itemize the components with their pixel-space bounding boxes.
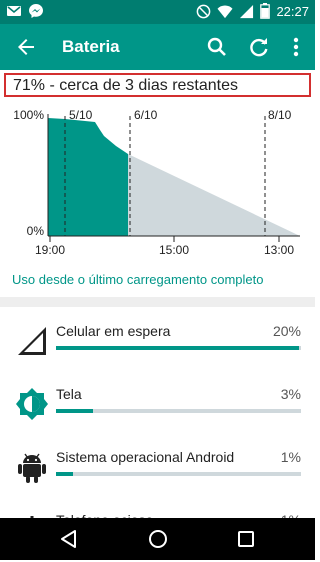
home-circle-icon[interactable] <box>146 527 170 551</box>
refresh-icon[interactable] <box>247 35 271 59</box>
cell-signal-icon <box>18 327 46 355</box>
section-divider <box>0 297 315 307</box>
usage-label: Sistema operacional Android <box>56 449 235 465</box>
usage-item-android-os[interactable]: Sistema operacional Android 1% <box>0 439 315 499</box>
usage-percent: 1% <box>280 449 301 465</box>
y-label-0: 0% <box>27 224 45 238</box>
usage-item-screen[interactable]: Tela 3% <box>0 376 315 436</box>
signal-icon <box>240 4 254 18</box>
status-time: 22:27 <box>276 3 309 19</box>
page-title: Bateria <box>62 37 120 56</box>
usage-header: Uso desde o último carregamento completo <box>12 272 264 287</box>
date-marker-5-10: 5/10 <box>69 108 93 122</box>
x-label-19-00: 19:00 <box>35 243 65 257</box>
wifi-icon <box>217 5 233 18</box>
search-icon[interactable] <box>205 35 229 59</box>
back-triangle-icon[interactable] <box>57 527 81 551</box>
usage-percent: 3% <box>280 386 301 402</box>
usage-bar <box>56 472 301 476</box>
usage-label: Tela <box>56 386 82 402</box>
date-marker-8-10: 8/10 <box>268 108 292 122</box>
do-not-disturb-icon <box>197 4 211 18</box>
y-label-100: 100% <box>13 108 44 122</box>
usage-bar-fill <box>56 472 74 476</box>
usage-bar-fill <box>56 409 93 413</box>
usage-bar <box>56 409 301 413</box>
messenger-icon <box>29 4 43 18</box>
battery-history-chart[interactable]: 100% 0% 5/10 6/10 8/10 19:00 15:00 13:00 <box>0 98 315 258</box>
x-label-15-00: 15:00 <box>159 243 189 257</box>
usage-bar-fill <box>56 346 299 350</box>
date-marker-6-10: 6/10 <box>134 108 158 122</box>
usage-percent: 20% <box>272 323 301 339</box>
recents-square-icon[interactable] <box>234 527 258 551</box>
projected-area <box>128 154 300 236</box>
status-bar: 22:27 <box>0 0 315 24</box>
navigation-bar <box>0 518 315 560</box>
usage-item-cell-standby[interactable]: Celular em espera 20% <box>0 313 315 373</box>
gmail-icon <box>7 6 21 16</box>
x-label-13-00: 13:00 <box>264 243 294 257</box>
usage-bar <box>56 346 301 350</box>
used-area <box>48 118 128 236</box>
app-bar: Bateria <box>0 24 315 70</box>
usage-label: Celular em espera <box>56 323 171 339</box>
battery-summary: 71% - cerca de 3 dias restantes <box>4 73 311 97</box>
android-icon <box>18 453 46 483</box>
battery-icon <box>260 3 271 19</box>
arrow-back-icon[interactable] <box>14 35 38 59</box>
brightness-icon <box>16 388 48 420</box>
battery-summary-text: 71% - cerca de 3 dias restantes <box>13 77 239 94</box>
more-vert-icon[interactable] <box>284 35 308 59</box>
